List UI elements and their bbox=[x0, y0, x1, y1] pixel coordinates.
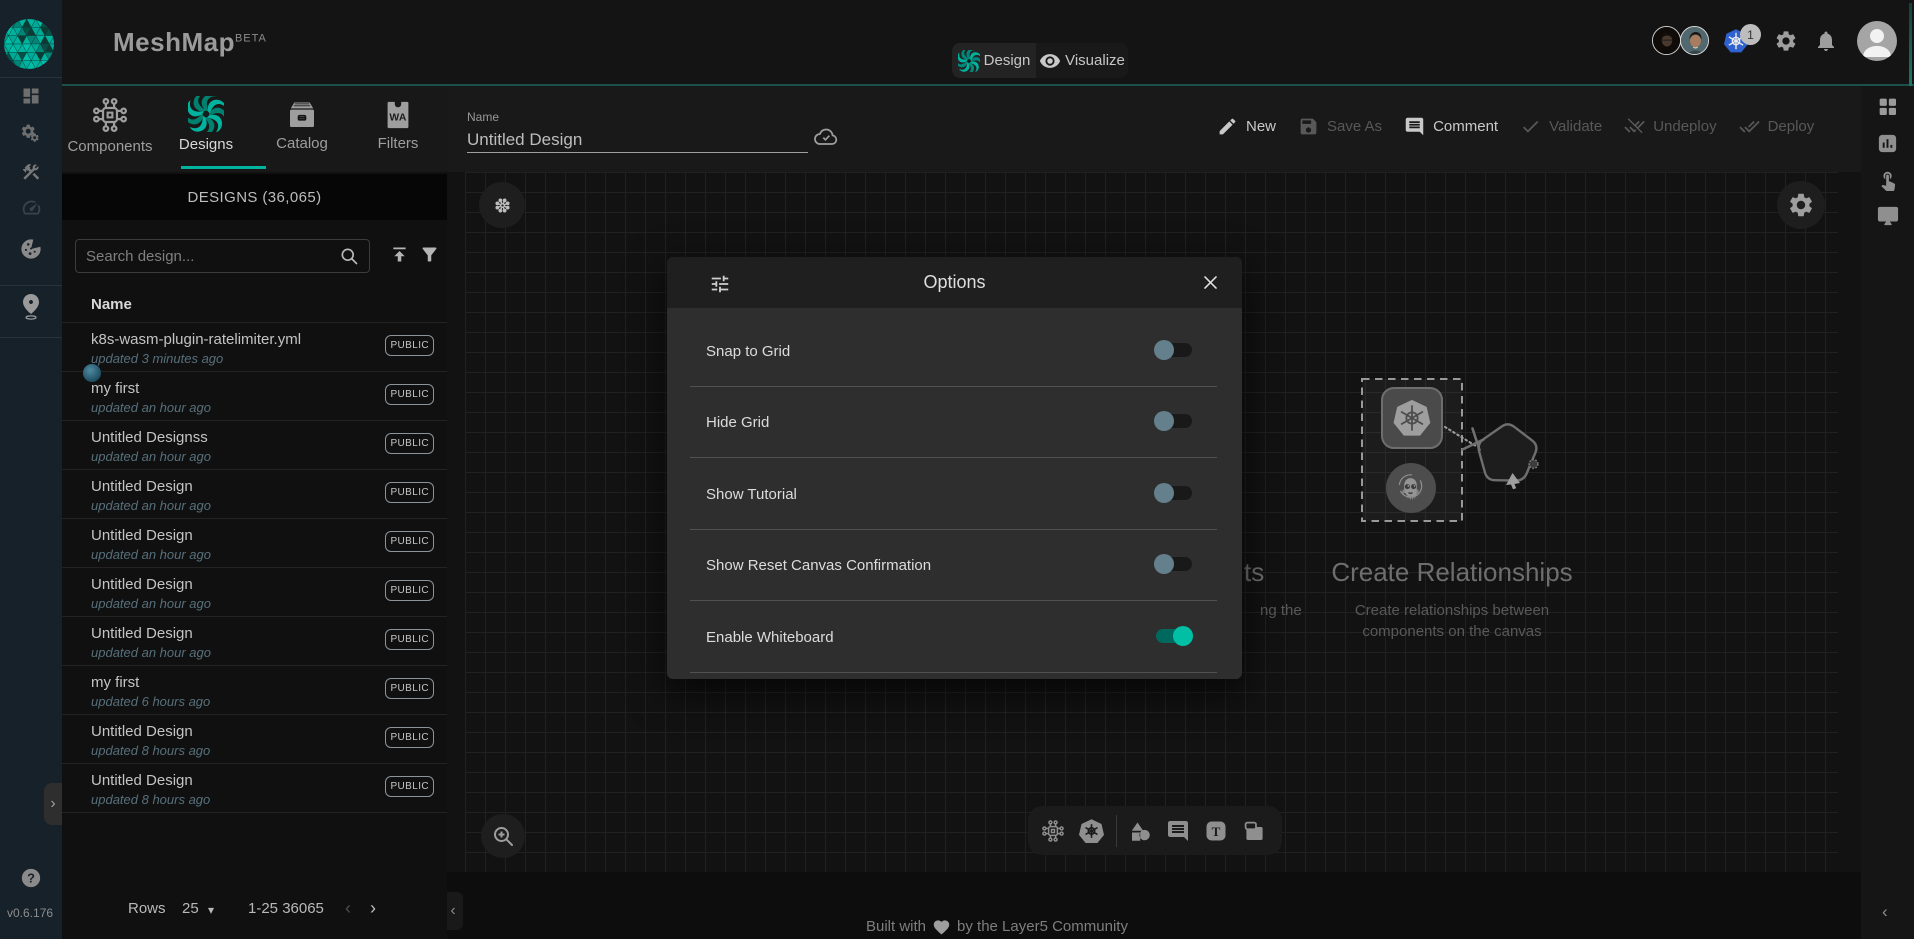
svg-text:?: ? bbox=[27, 871, 35, 886]
svg-text:T: T bbox=[1212, 824, 1221, 839]
svg-text:WA: WA bbox=[389, 113, 407, 124]
